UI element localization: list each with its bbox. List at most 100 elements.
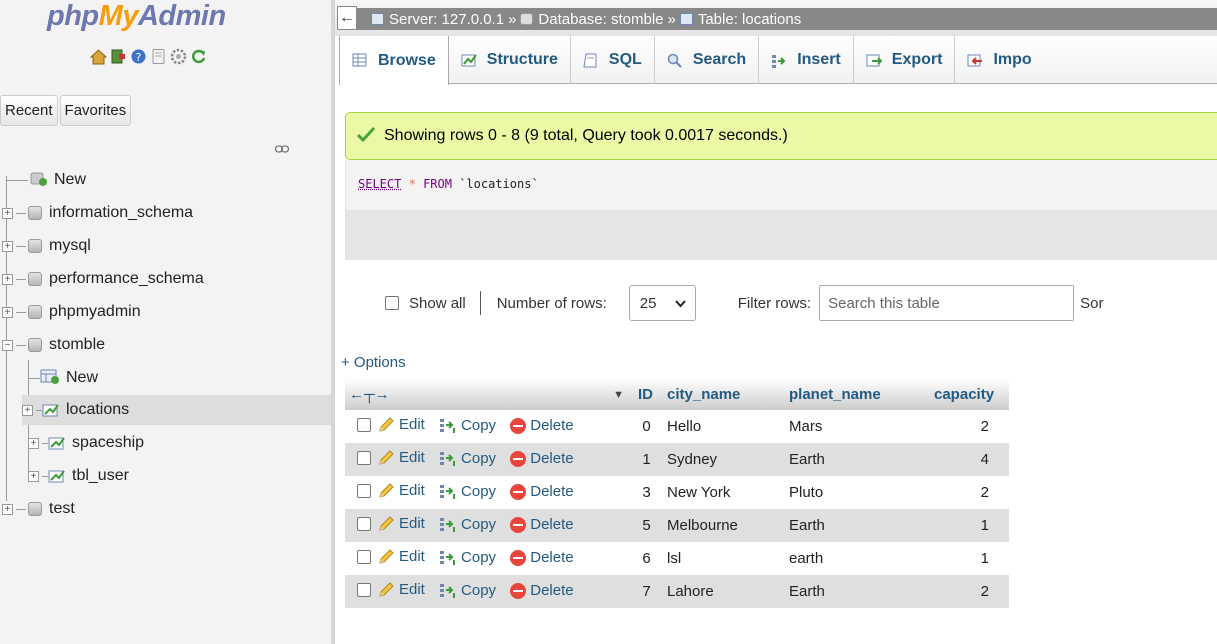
tree-item-stomble[interactable]: − stomble — [2, 330, 105, 360]
favorites-tab[interactable]: Favorites — [59, 95, 132, 126]
edit-link[interactable]: Edit — [377, 482, 425, 500]
table-row[interactable]: Edit Copy Delete 1 Sydney Earth 4 — [345, 443, 1009, 476]
tree-item-new[interactable]: New — [6, 165, 86, 195]
cell-capacity[interactable]: 1 — [928, 509, 1009, 542]
copy-link[interactable]: Copy — [439, 582, 496, 599]
tree-item-information-schema[interactable]: + information_schema — [2, 198, 193, 228]
back-arrow-icon[interactable]: ← — [337, 6, 357, 30]
table-row[interactable]: Edit Copy Delete 5 Melbourne Earth 1 — [345, 509, 1009, 542]
tree-item-tbl-user[interactable]: + tbl_user — [28, 461, 129, 491]
tab-import[interactable]: Impo — [955, 36, 1043, 84]
expand-icon[interactable]: + — [2, 306, 13, 318]
table-row[interactable]: Edit Copy Delete 3 New York Pluto 2 — [345, 476, 1009, 509]
edit-link[interactable]: Edit — [377, 416, 425, 434]
expand-icon[interactable]: + — [22, 404, 33, 416]
cell-planet-name[interactable]: earth — [783, 542, 928, 575]
row-checkbox[interactable] — [357, 516, 371, 531]
help-icon[interactable]: ? — [130, 48, 147, 65]
expand-icon[interactable]: + — [2, 503, 13, 515]
edit-link[interactable]: Edit — [377, 581, 425, 599]
row-checkbox[interactable] — [357, 582, 371, 597]
tab-insert[interactable]: Insert — [759, 36, 854, 84]
column-resize-arrows-icon[interactable]: ←┬→ — [349, 386, 390, 403]
cell-id[interactable]: 5 — [632, 509, 661, 542]
filter-rows-input[interactable]: Search this table — [819, 285, 1075, 321]
nav-resize-handle[interactable] — [331, 0, 335, 644]
copy-link[interactable]: Copy — [439, 516, 496, 533]
cell-id[interactable]: 1 — [632, 443, 661, 476]
tab-export[interactable]: Export — [854, 36, 956, 84]
cell-city-name[interactable]: Hello — [661, 410, 783, 443]
row-checkbox[interactable] — [357, 450, 371, 465]
cell-planet-name[interactable]: Earth — [783, 575, 928, 608]
column-header-city-name[interactable]: city_name — [661, 379, 783, 410]
tree-item-performance-schema[interactable]: + performance_schema — [2, 264, 204, 294]
table-row[interactable]: Edit Copy Delete 7 Lahore Earth 2 — [345, 575, 1009, 608]
phpmyadmin-logo[interactable]: phpMyAdmin — [47, 0, 226, 33]
cell-capacity[interactable]: 4 — [928, 443, 1009, 476]
cell-planet-name[interactable]: Earth — [783, 509, 928, 542]
copy-link[interactable]: Copy — [439, 417, 496, 434]
tree-item-new-table[interactable]: New — [28, 363, 98, 393]
logout-icon[interactable] — [110, 48, 127, 65]
cell-city-name[interactable]: lsl — [661, 542, 783, 575]
tree-item-locations[interactable]: + locations — [22, 395, 331, 425]
cell-city-name[interactable]: Sydney — [661, 443, 783, 476]
delete-link[interactable]: Delete — [510, 549, 574, 566]
sort-triangle-icon[interactable]: ▼ — [613, 386, 624, 403]
cell-city-name[interactable]: New York — [661, 476, 783, 509]
tree-item-phpmyadmin[interactable]: + phpmyadmin — [2, 297, 141, 327]
delete-link[interactable]: Delete — [510, 483, 574, 500]
edit-link[interactable]: Edit — [377, 449, 425, 467]
table-row[interactable]: Edit Copy Delete 0 Hello Mars 2 — [345, 410, 1009, 443]
edit-link[interactable]: Edit — [377, 548, 425, 566]
table-row[interactable]: Edit Copy Delete 6 lsl earth 1 — [345, 542, 1009, 575]
documentation-icon[interactable] — [150, 48, 167, 65]
expand-icon[interactable]: + — [2, 273, 13, 285]
copy-link[interactable]: Copy — [439, 450, 496, 467]
delete-link[interactable]: Delete — [510, 450, 574, 467]
column-header-planet-name[interactable]: planet_name — [783, 379, 928, 410]
cell-capacity[interactable]: 1 — [928, 542, 1009, 575]
cell-planet-name[interactable]: Pluto — [783, 476, 928, 509]
show-all-checkbox[interactable] — [385, 296, 399, 310]
cell-planet-name[interactable]: Earth — [783, 443, 928, 476]
home-icon[interactable] — [89, 48, 108, 65]
cell-capacity[interactable]: 2 — [928, 410, 1009, 443]
expand-icon[interactable]: + — [2, 240, 13, 252]
cell-city-name[interactable]: Lahore — [661, 575, 783, 608]
tree-item-test[interactable]: + test — [2, 494, 75, 524]
tree-item-mysql[interactable]: + mysql — [2, 231, 91, 261]
cell-id[interactable]: 7 — [632, 575, 661, 608]
expand-icon[interactable]: + — [2, 207, 13, 219]
recent-tab[interactable]: Recent — [0, 95, 58, 126]
reload-icon[interactable] — [190, 48, 207, 65]
cell-id[interactable]: 6 — [632, 542, 661, 575]
delete-link[interactable]: Delete — [510, 516, 574, 533]
copy-link[interactable]: Copy — [439, 483, 496, 500]
column-header-capacity[interactable]: capacity — [928, 379, 1009, 410]
delete-link[interactable]: Delete — [510, 582, 574, 599]
row-checkbox[interactable] — [357, 483, 371, 498]
show-all-label[interactable]: Show all — [409, 295, 466, 312]
cell-capacity[interactable]: 2 — [928, 476, 1009, 509]
cell-city-name[interactable]: Melbourne — [661, 509, 783, 542]
tab-browse[interactable]: Browse — [339, 36, 449, 85]
cell-planet-name[interactable]: Mars — [783, 410, 928, 443]
tree-item-spaceship[interactable]: + spaceship — [28, 428, 144, 458]
settings-gear-icon[interactable] — [170, 48, 187, 65]
copy-link[interactable]: Copy — [439, 549, 496, 566]
expand-icon[interactable]: + — [28, 437, 39, 449]
breadcrumb-database[interactable]: Database: stomble — [520, 11, 664, 28]
cell-capacity[interactable]: 2 — [928, 575, 1009, 608]
link-chain-icon[interactable] — [274, 141, 290, 158]
cell-id[interactable]: 0 — [632, 410, 661, 443]
column-header-id[interactable]: ID — [632, 379, 661, 410]
breadcrumb-server[interactable]: Server: 127.0.0.1 — [371, 11, 504, 28]
sql-query-code[interactable]: SELECT * FROM `locations` — [346, 160, 1217, 210]
tab-search[interactable]: Search — [655, 36, 760, 84]
edit-link[interactable]: Edit — [377, 515, 425, 533]
number-of-rows-select[interactable]: 25 — [628, 285, 696, 321]
collapse-icon[interactable]: − — [2, 339, 13, 351]
tab-sql[interactable]: SQL — [571, 36, 655, 84]
